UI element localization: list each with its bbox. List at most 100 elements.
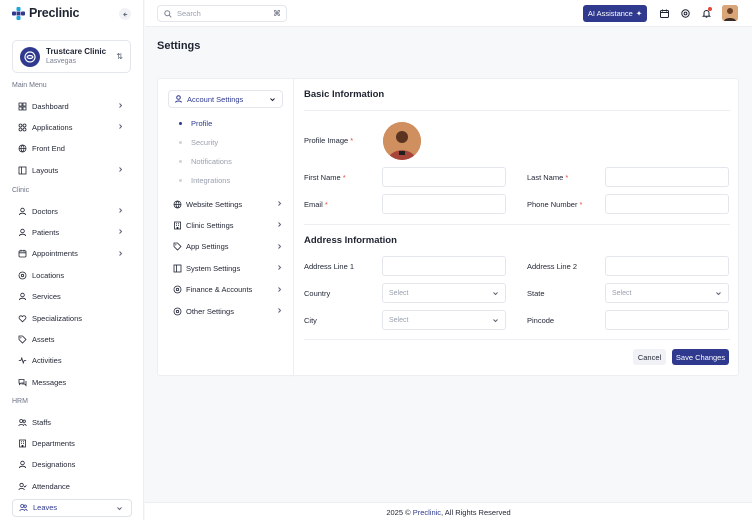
chevron-down-icon <box>716 292 721 296</box>
account-settings-label: Account Settings <box>187 94 244 104</box>
profile-image[interactable] <box>383 122 421 160</box>
sidebar-item-label: Designations <box>32 460 76 470</box>
sidebar-item-label: Patients <box>32 227 60 237</box>
address-line1-input[interactable] <box>382 256 506 276</box>
search-icon <box>164 9 172 18</box>
sidebar-item-activities[interactable]: Activities <box>12 352 132 370</box>
sidebar-item-label: Specializations <box>32 313 83 323</box>
chevron-right-icon <box>276 221 283 230</box>
sidebar-item-departments[interactable]: Departments <box>12 434 132 452</box>
sidebar-section-title: Main Menu <box>12 82 47 89</box>
sidebar-item-patients[interactable]: Patients <box>12 223 132 241</box>
footer-rights: , All Rights Reserved <box>441 508 511 517</box>
country-select[interactable]: Select <box>382 283 506 303</box>
pincode-input[interactable] <box>605 310 729 330</box>
state-select[interactable]: Select <box>605 283 729 303</box>
tag-icon <box>18 335 27 344</box>
phone-label: Phone Number * <box>527 200 583 209</box>
sidebar-item-doctors[interactable]: Doctors <box>12 202 132 220</box>
phone-input[interactable] <box>605 194 729 214</box>
sidebar-item-front-end[interactable]: Front End <box>12 140 132 158</box>
email-input[interactable] <box>382 194 506 214</box>
logo-text: Preclinic <box>29 6 80 20</box>
command-icon: ⌘ <box>273 9 281 18</box>
chevron-right-icon <box>276 264 283 273</box>
sidebar-item-specializations[interactable]: Specializations <box>12 309 132 327</box>
calendar-icon[interactable] <box>658 7 670 19</box>
settings-subitem-integrations[interactable]: Integrations <box>179 176 230 185</box>
user-icon <box>18 460 27 469</box>
settings-item-clinic-settings[interactable]: Clinic Settings <box>173 218 283 232</box>
clinic-location: Lasvegas <box>46 57 76 65</box>
email-label: Email * <box>304 200 328 209</box>
ai-assistance-button[interactable]: AI Assistance ✦ <box>583 5 647 22</box>
settings-subitem-notifications[interactable]: Notifications <box>179 157 232 166</box>
chevron-down-icon <box>116 505 123 514</box>
sidebar-item-label: Departments <box>32 438 75 448</box>
system-icon <box>173 264 182 273</box>
sidebar-item-staffs[interactable]: Staffs <box>12 413 132 431</box>
user-avatar[interactable] <box>722 5 738 21</box>
settings-subitem-label: Profile <box>191 119 213 128</box>
logo[interactable]: Preclinic <box>12 6 80 20</box>
sidebar-item-applications[interactable]: Applications <box>12 118 132 136</box>
sidebar-item-label: Applications <box>32 122 73 132</box>
logo-icon <box>12 6 25 20</box>
clinic-icon <box>173 221 182 230</box>
chevron-right-icon <box>117 207 124 216</box>
settings-item-system-settings[interactable]: System Settings <box>173 261 283 275</box>
settings-subitem-security[interactable]: Security <box>179 138 218 147</box>
calendar-icon <box>18 249 27 258</box>
settings-item-label: Website Settings <box>186 199 243 209</box>
sidebar-item-designations[interactable]: Designations <box>12 456 132 474</box>
sidebar-item-locations[interactable]: Locations <box>12 266 132 284</box>
address-line2-input[interactable] <box>605 256 729 276</box>
chevron-right-icon <box>117 166 124 175</box>
city-select[interactable]: Select <box>382 310 506 330</box>
finance-icon <box>173 285 182 294</box>
sidebar-item-attendance[interactable]: Attendance <box>12 477 132 495</box>
settings-item-finance-accounts[interactable]: Finance & Accounts <box>173 283 283 297</box>
sidebar-item-label: Appointments <box>32 249 78 259</box>
save-changes-button[interactable]: Save Changes <box>672 349 729 365</box>
settings-item-label: Clinic Settings <box>186 220 234 230</box>
website-icon <box>173 200 182 209</box>
divider <box>304 224 730 225</box>
sidebar-item-appointments[interactable]: Appointments <box>12 245 132 263</box>
sidebar-section-title: Clinic <box>12 187 30 194</box>
last-name-input[interactable] <box>605 167 729 187</box>
profile-form: Basic Information Profile Image * First … <box>304 79 730 377</box>
settings-icon[interactable] <box>679 7 691 19</box>
collapse-sidebar-button[interactable] <box>119 8 131 20</box>
footer-brand-link[interactable]: Preclinic <box>413 508 441 517</box>
settings-item-other-settings[interactable]: Other Settings <box>173 304 283 318</box>
sidebar-item-services[interactable]: Services <box>12 288 132 306</box>
user-icon <box>18 292 27 301</box>
first-name-input[interactable] <box>382 167 506 187</box>
sidebar-item-dashboard[interactable]: Dashboard <box>12 97 132 115</box>
grid-icon <box>18 102 27 111</box>
sidebar-item-label: Doctors <box>32 206 58 216</box>
sidebar-item-label: Locations <box>32 270 65 280</box>
chevron-down-icon <box>493 319 498 323</box>
sidebar-item-leaves[interactable]: Leaves <box>12 498 132 517</box>
bullet-dot <box>179 179 182 182</box>
sidebar-item-label: Services <box>32 292 61 302</box>
country-label: Country <box>304 289 331 298</box>
footer-year: 2025 © <box>386 508 411 517</box>
sidebar-item-layouts[interactable]: Layouts <box>12 161 132 179</box>
activity-icon <box>18 356 27 365</box>
account-settings-toggle[interactable]: Account Settings <box>168 90 283 108</box>
clinic-switcher[interactable]: Trustcare Clinic Lasvegas ⇅ <box>12 40 131 73</box>
notification-bell-icon[interactable] <box>700 7 712 19</box>
settings-nav: Account Settings Profile Security Notifica… <box>158 79 294 377</box>
address-info-title: Address Information <box>304 235 397 246</box>
sidebar-item-messages[interactable]: Messages <box>12 373 132 391</box>
sidebar-item-assets[interactable]: Assets <box>12 330 132 348</box>
cancel-button[interactable]: Cancel <box>633 349 666 365</box>
settings-item-app-settings[interactable]: App Settings <box>173 240 283 254</box>
search-input[interactable]: Search ⌘ <box>157 5 287 22</box>
settings-subitem-profile[interactable]: Profile <box>179 119 212 128</box>
settings-item-website-settings[interactable]: Website Settings <box>173 197 283 211</box>
user-cog-icon <box>175 95 182 103</box>
